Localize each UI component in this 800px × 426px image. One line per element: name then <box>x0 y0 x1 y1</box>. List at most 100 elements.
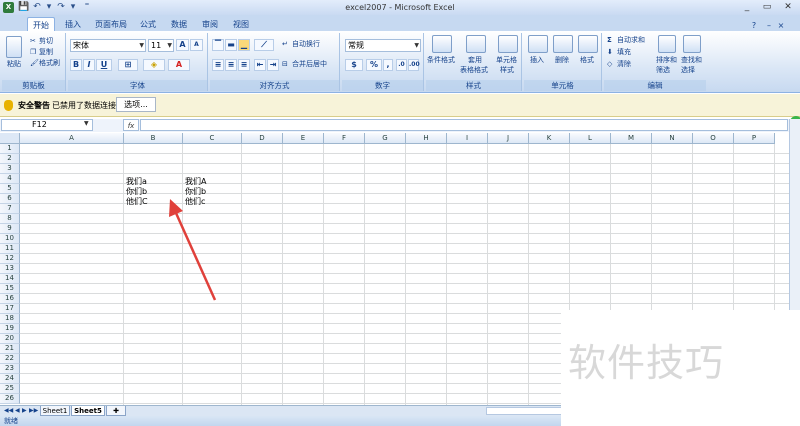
column-header[interactable]: K <box>529 133 570 144</box>
clear-button[interactable]: 清除 <box>617 59 631 70</box>
cell-b4[interactable]: 我们a <box>125 177 147 186</box>
row-header[interactable]: 5 <box>0 184 20 194</box>
autosum-button[interactable]: 自动求和 <box>617 35 645 46</box>
close-button[interactable]: ✕ <box>779 1 797 13</box>
grow-font-button[interactable]: A <box>176 39 189 51</box>
column-header[interactable]: E <box>283 133 324 144</box>
row-header[interactable]: 16 <box>0 294 20 304</box>
font-color-icon[interactable]: A <box>168 59 190 71</box>
row-header[interactable]: 24 <box>0 374 20 384</box>
tab-page-layout[interactable]: 页面布局 <box>92 17 130 32</box>
insert-function-button[interactable]: fx <box>123 119 139 131</box>
conditional-format-button[interactable]: 条件格式 <box>427 55 455 66</box>
maximize-button[interactable]: ▭ <box>758 1 776 13</box>
tab-view[interactable]: 视图 <box>229 17 253 32</box>
cell-c5[interactable]: 你们b <box>184 187 206 196</box>
column-header[interactable]: N <box>652 133 693 144</box>
select-all-corner[interactable] <box>0 133 20 144</box>
align-bottom-icon[interactable]: ▁ <box>238 39 250 51</box>
orientation-icon[interactable]: ⟋ <box>254 39 274 51</box>
tab-home[interactable]: 开始 <box>27 17 55 32</box>
row-header[interactable]: 25 <box>0 384 20 394</box>
cell-style-label[interactable]: 样式 <box>500 65 514 76</box>
find-select-icon[interactable] <box>683 35 701 53</box>
decrease-decimal-icon[interactable]: .00 <box>408 59 420 71</box>
fill-button[interactable]: 填充 <box>617 47 631 58</box>
security-options-button[interactable]: 选项... <box>116 97 156 112</box>
row-header[interactable]: 14 <box>0 274 20 284</box>
tab-data[interactable]: 数据 <box>167 17 191 32</box>
row-header[interactable]: 11 <box>0 244 20 254</box>
column-header[interactable]: P <box>734 133 775 144</box>
format-painter-icon[interactable]: 🖌 <box>30 58 39 69</box>
next-sheet-icon[interactable]: ▶ <box>22 407 27 414</box>
clear-icon[interactable]: ◇ <box>607 59 612 70</box>
first-sheet-icon[interactable]: ◀◀ <box>4 407 13 414</box>
cut-button[interactable]: 剪切 <box>39 36 53 47</box>
row-header[interactable]: 12 <box>0 254 20 264</box>
sort-filter-label[interactable]: 筛选 <box>656 65 670 76</box>
comma-button[interactable]: , <box>383 59 393 71</box>
sigma-icon[interactable]: Σ <box>607 35 612 46</box>
column-header[interactable]: D <box>242 133 283 144</box>
sheet-tab-sheet5[interactable]: Sheet5 <box>71 406 105 416</box>
row-header[interactable]: 22 <box>0 354 20 364</box>
row-header[interactable]: 8 <box>0 214 20 224</box>
copy-icon[interactable]: ❐ <box>30 47 36 58</box>
percent-button[interactable]: % <box>366 59 382 71</box>
find-select-label[interactable]: 选择 <box>681 65 695 76</box>
sheet-tab-sheet1[interactable]: Sheet1 <box>40 406 70 416</box>
name-box[interactable]: F12 <box>1 119 93 131</box>
paste-button[interactable]: 粘贴 <box>7 59 21 70</box>
column-header[interactable]: M <box>611 133 652 144</box>
cell-b6[interactable]: 他们C <box>125 197 148 206</box>
fill-icon[interactable]: ⬇ <box>607 47 613 58</box>
row-header[interactable]: 21 <box>0 344 20 354</box>
row-header[interactable]: 10 <box>0 234 20 244</box>
format-cells-icon[interactable] <box>578 35 598 53</box>
column-header[interactable]: F <box>324 133 365 144</box>
underline-button[interactable]: U <box>96 59 112 71</box>
align-right-icon[interactable]: ≡ <box>238 59 250 71</box>
row-header[interactable]: 13 <box>0 264 20 274</box>
number-format-select[interactable]: 常规 ▼ <box>345 39 421 52</box>
row-header[interactable]: 7 <box>0 204 20 214</box>
table-format-label[interactable]: 表格格式 <box>460 65 488 76</box>
bold-button[interactable]: B <box>70 59 82 71</box>
align-left-icon[interactable]: ≡ <box>212 59 224 71</box>
align-center-icon[interactable]: ≡ <box>225 59 237 71</box>
conditional-format-icon[interactable] <box>432 35 452 53</box>
cell-b5[interactable]: 你们b <box>125 187 147 196</box>
row-header[interactable]: 20 <box>0 334 20 344</box>
align-top-icon[interactable]: ▔ <box>212 39 224 51</box>
row-header[interactable]: 15 <box>0 284 20 294</box>
row-header[interactable]: 6 <box>0 194 20 204</box>
fill-color-icon[interactable]: ◈ <box>143 59 165 71</box>
currency-icon[interactable]: $ <box>345 59 363 71</box>
row-header[interactable]: 23 <box>0 364 20 374</box>
column-header[interactable]: L <box>570 133 611 144</box>
row-header[interactable]: 18 <box>0 314 20 324</box>
row-header[interactable]: 19 <box>0 324 20 334</box>
insert-sheet-icon[interactable]: ✚ <box>106 406 126 416</box>
italic-button[interactable]: I <box>83 59 95 71</box>
wrap-text-button[interactable]: 自动换行 <box>292 39 320 50</box>
shrink-font-button[interactable]: A <box>190 39 203 51</box>
insert-cells-button[interactable]: 插入 <box>530 55 544 66</box>
sort-filter-icon[interactable] <box>658 35 676 53</box>
row-header[interactable]: 1 <box>0 144 20 154</box>
tab-formulas[interactable]: 公式 <box>136 17 160 32</box>
cell-style-icon[interactable] <box>498 35 518 53</box>
column-header[interactable]: B <box>124 133 183 144</box>
align-middle-icon[interactable]: ▬ <box>225 39 237 51</box>
column-header[interactable]: J <box>488 133 529 144</box>
column-header[interactable]: A <box>20 133 124 144</box>
tab-review[interactable]: 审阅 <box>198 17 222 32</box>
minimize-button[interactable]: _ <box>738 1 756 13</box>
copy-button[interactable]: 复制 <box>39 47 53 58</box>
delete-cells-button[interactable]: 删除 <box>555 55 569 66</box>
column-header[interactable]: I <box>447 133 488 144</box>
decrease-indent-icon[interactable]: ⇤ <box>254 59 266 71</box>
tab-insert[interactable]: 插入 <box>60 17 86 32</box>
format-painter-button[interactable]: 格式刷 <box>39 58 60 69</box>
